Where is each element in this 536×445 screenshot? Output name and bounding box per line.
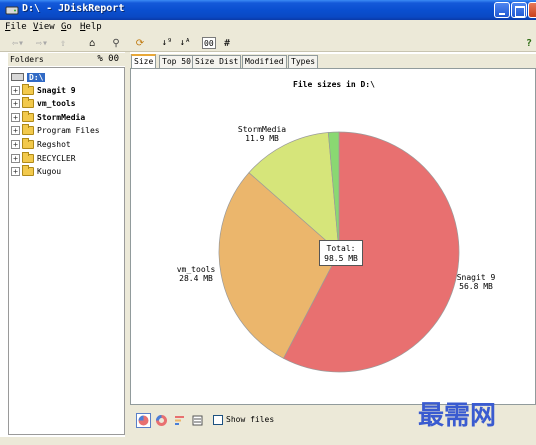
tree-item-label: Kugou — [37, 167, 62, 177]
expand-icon[interactable]: + — [11, 99, 20, 109]
title-bar: D:\ - JDiskReport — [0, 0, 536, 20]
toolbar: ⇦▾ ⇨▾ ⇧ ⌂ ⚲ ⟳ ↓⁹ ↓ᴬ 00 # ? — [0, 35, 536, 52]
tree-item-label: Regshot — [37, 139, 71, 149]
status-strip — [0, 437, 536, 445]
folders-header: Folders % 00 — [8, 53, 125, 66]
maximize-button[interactable] — [511, 2, 527, 18]
minimize-button[interactable] — [494, 2, 510, 18]
forward-icon[interactable]: ⇨▾ — [32, 36, 52, 50]
sort-asc-icon[interactable]: ↓ᴬ — [178, 36, 192, 50]
show-files-label: Show files — [226, 415, 275, 424]
tree-item[interactable]: + Kugou — [11, 165, 62, 178]
tab-modified[interactable]: Modified — [242, 55, 287, 68]
folder-icon — [22, 137, 34, 149]
chart-panel: File sizes in D:\ StormMedia 11.9 MB vm_… — [130, 68, 536, 405]
folders-label: Folders — [10, 55, 44, 64]
total-value: 98.5 MB — [324, 254, 358, 263]
expand-icon[interactable]: + — [11, 112, 20, 122]
tab-types[interactable]: Types — [288, 55, 319, 68]
tab-top-50[interactable]: Top 50 — [159, 55, 194, 68]
back-icon[interactable]: ⇦▾ — [8, 36, 28, 50]
total-tooltip: Total: 98.5 MB — [319, 240, 363, 266]
drive-icon — [11, 73, 24, 81]
tree-root[interactable]: D:\ — [11, 71, 46, 83]
show-files-checkbox[interactable] — [213, 415, 223, 425]
sort-desc-icon[interactable]: ↓⁹ — [160, 36, 174, 50]
label-stormmedia: StormMedia 11.9 MB — [238, 125, 286, 143]
label-stormmedia-name: StormMedia — [237, 125, 287, 134]
menu-go[interactable]: Go — [61, 22, 72, 32]
ring-chart-icon[interactable] — [154, 413, 169, 428]
label-vm-tools-name: vm_tools — [176, 265, 216, 274]
search-icon[interactable]: ⚲ — [108, 36, 124, 50]
tree-item[interactable]: + StormMedia — [11, 110, 86, 123]
tab-size[interactable]: Size — [131, 54, 157, 69]
expand-icon[interactable]: + — [11, 167, 20, 177]
label-vm-tools-value: 28.4 MB — [179, 274, 213, 283]
tree-item-label: StormMedia — [37, 112, 86, 122]
expand-icon[interactable]: + — [11, 139, 20, 149]
menu-bar: File View Go Help — [0, 20, 536, 35]
jdiskreport-icon — [5, 6, 19, 15]
menu-file[interactable]: File — [5, 22, 27, 32]
total-label: Total: — [326, 244, 356, 253]
menu-view[interactable]: View — [33, 22, 55, 32]
label-stormmedia-value: 11.9 MB — [245, 134, 279, 143]
tree-item[interactable]: + vm_tools — [11, 97, 76, 110]
tree-root-label: D:\ — [27, 72, 46, 82]
count-format-button[interactable]: # — [222, 36, 232, 50]
tree-item-label: vm_tools — [37, 99, 76, 109]
watermark: 最需网 — [418, 401, 497, 431]
tree-item-label: Snagit 9 — [37, 85, 76, 95]
folder-icon — [22, 151, 34, 163]
label-snagit-value: 56.8 MB — [459, 282, 493, 291]
help-icon[interactable]: ? — [524, 36, 534, 50]
folder-icon — [22, 110, 34, 122]
tree-item-label: Program Files — [37, 126, 100, 136]
label-vm-tools: vm_tools 28.4 MB — [177, 265, 216, 283]
tab-size-dist[interactable]: Size Dist — [192, 55, 242, 68]
number-format-button[interactable]: 00 — [202, 37, 216, 49]
pie-chart[interactable] — [131, 69, 535, 404]
expand-icon[interactable]: + — [11, 153, 20, 163]
label-snagit-name: Snagit 9 — [456, 273, 496, 282]
refresh-icon[interactable]: ⟳ — [132, 36, 148, 50]
window-title: D:\ - JDiskReport — [22, 3, 125, 14]
menu-help[interactable]: Help — [80, 22, 102, 32]
close-button[interactable] — [528, 2, 536, 18]
tree-item[interactable]: + Snagit 9 — [11, 83, 76, 96]
pie-chart-icon[interactable] — [136, 413, 151, 428]
up-icon[interactable]: ⇧ — [56, 36, 70, 50]
tree-item[interactable]: + Regshot — [11, 137, 71, 150]
percent-toggle[interactable]: % 00 — [97, 54, 119, 64]
folder-icon — [22, 165, 34, 177]
tree-item[interactable]: + RECYCLER — [11, 151, 76, 164]
folder-icon — [22, 83, 34, 95]
home-icon[interactable]: ⌂ — [84, 36, 100, 50]
tree-item-label: RECYCLER — [37, 153, 76, 163]
folder-icon — [22, 124, 34, 136]
view-tabs: Size Top 50 Size Dist Modified Types — [130, 54, 536, 69]
folder-icon — [22, 97, 34, 109]
expand-icon[interactable]: + — [11, 85, 20, 95]
tree-item[interactable]: + Program Files — [11, 124, 100, 137]
expand-icon[interactable]: + — [11, 126, 20, 136]
list-view-icon[interactable] — [190, 413, 205, 428]
folder-tree: D:\ + Snagit 9 + vm_tools + StormMedia + Progra… — [8, 67, 125, 435]
bar-chart-icon[interactable] — [172, 413, 187, 428]
label-snagit: Snagit 9 56.8 MB — [457, 273, 496, 291]
